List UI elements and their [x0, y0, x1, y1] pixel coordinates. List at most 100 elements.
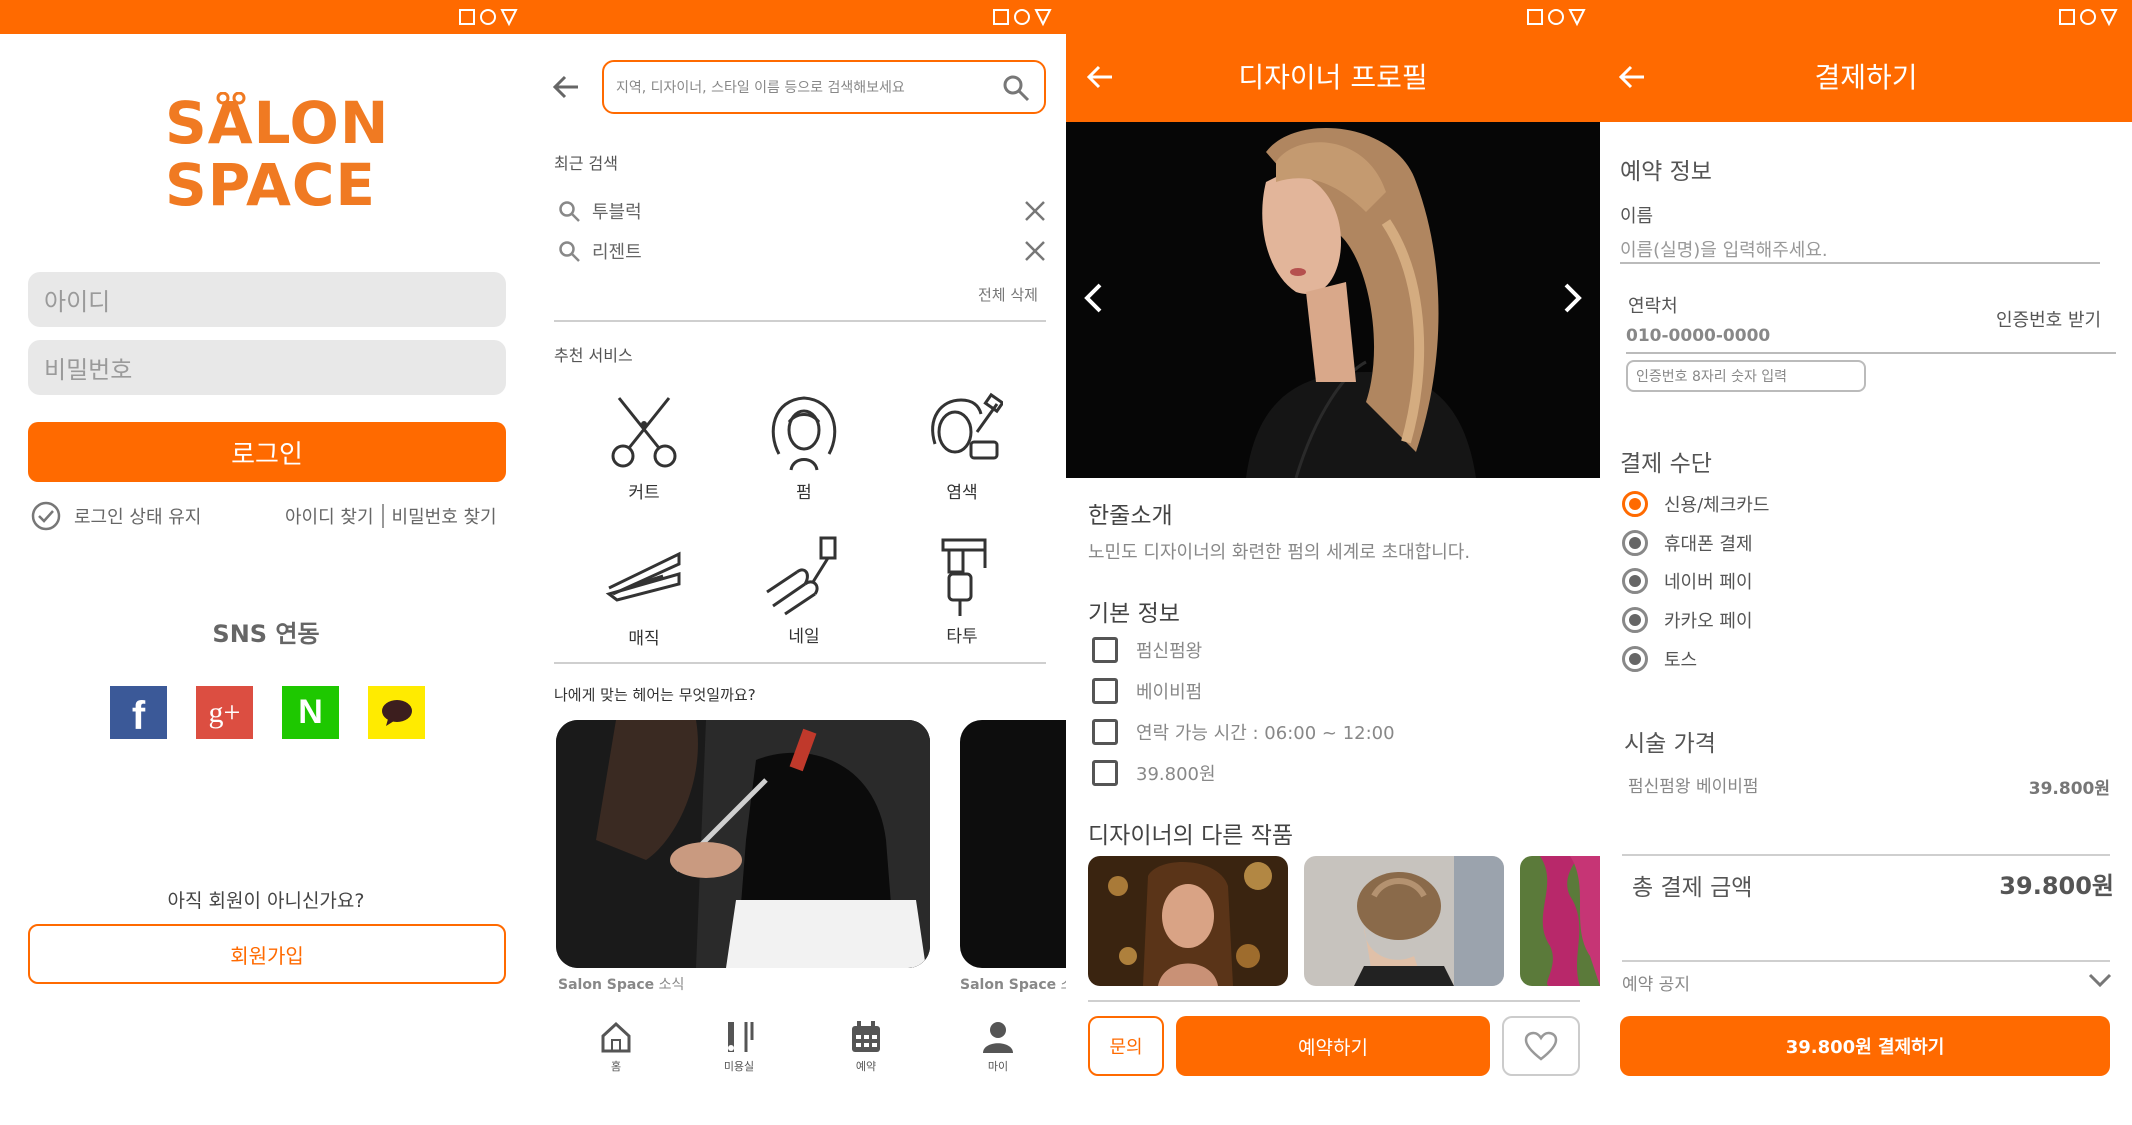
work-thumbnail[interactable] [1304, 856, 1504, 986]
app-logo: SALON SPACE [165, 92, 388, 219]
radio-button[interactable] [1622, 568, 1648, 594]
signup-button-label: 회원가입 [230, 943, 304, 968]
nav-label: 예약 [855, 1060, 877, 1073]
id-input[interactable]: 아이디 [28, 272, 506, 327]
basic-info-label: 펌신펌왕 [1136, 641, 1203, 662]
basic-info-item: 39.800원 [1092, 760, 1216, 786]
radio-button[interactable] [1622, 530, 1648, 556]
news-card[interactable] [556, 720, 930, 968]
hair-dye-icon [931, 392, 1005, 460]
service-item-straight[interactable]: 매직 [594, 538, 694, 649]
android-nav-icons [993, 9, 1052, 27]
password-input[interactable]: 비밀번호 [28, 340, 506, 395]
clear-all-link[interactable]: 전체 삭제 [978, 284, 1038, 305]
pay-button[interactable]: 39.800원 결제하기 [1620, 1016, 2110, 1076]
pay-button-label: 39.800원 결제하기 [1785, 1037, 1945, 1058]
news-brand: Salon Space [558, 977, 655, 993]
radio-button[interactable] [1622, 646, 1648, 672]
verify-code-input[interactable]: 인증번호 8자리 숫자 입력 [1626, 360, 1866, 392]
service-item-dye[interactable]: 염색 [912, 392, 1012, 503]
basic-info-label: 베이비펌 [1136, 682, 1203, 703]
nav-reservation[interactable]: 예약 [836, 1020, 896, 1074]
status-bar [0, 0, 532, 34]
signup-button[interactable]: 회원가입 [28, 924, 506, 984]
checkbox[interactable] [1092, 678, 1118, 704]
close-icon[interactable] [1024, 240, 1046, 262]
inquiry-button-label: 문의 [1109, 1037, 1143, 1058]
nav-salon[interactable]: 미용실 [704, 1020, 774, 1074]
app-bar: 디자이너 프로필 [1066, 34, 1600, 122]
payment-method-option[interactable]: 토스 [1622, 646, 1697, 672]
price-item-label: 펌신펌왕 베이비펌 [1628, 777, 1759, 797]
recent-item[interactable]: 리젠트 [558, 238, 642, 264]
id-placeholder: 아이디 [44, 288, 111, 316]
work-photo [1520, 856, 1600, 986]
app-bar: 결제하기 [1600, 34, 2132, 122]
work-thumbnail[interactable] [1520, 856, 1600, 986]
notice-toggle[interactable]: 예약 공지 [1622, 970, 2112, 1010]
service-item-tattoo[interactable]: 타투 [912, 536, 1012, 647]
find-password-link[interactable]: 비밀번호 찾기 [392, 503, 497, 529]
android-nav-icons [1527, 9, 1586, 27]
search-icon [559, 241, 580, 262]
news-caption: Salon Space 소식 [960, 974, 1066, 994]
name-label: 이름 [1620, 206, 1654, 227]
login-button[interactable]: 로그인 [28, 422, 506, 482]
radio-button-selected[interactable] [1622, 491, 1648, 517]
radio-button[interactable] [1622, 607, 1648, 633]
checkbox[interactable] [1092, 760, 1118, 786]
search-icon[interactable] [1002, 74, 1030, 102]
service-label: 펌 [796, 483, 812, 503]
payment-method-option[interactable]: 신용/체크카드 [1622, 491, 1769, 517]
recent-item-label: 리젠트 [592, 242, 642, 263]
favorite-button[interactable] [1502, 1016, 1580, 1076]
checkbox[interactable] [1092, 719, 1118, 745]
phone-input[interactable]: 010-0000-0000 [1626, 326, 2116, 354]
logo-line-2: SPACE [165, 151, 377, 219]
name-input[interactable]: 이름(실명)을 입력해주세요. [1620, 236, 2100, 264]
facebook-icon[interactable]: f [110, 686, 167, 739]
payment-screen: 결제하기 예약 정보 이름 이름(실명)을 입력해주세요. 연락처 인증번호 받… [1600, 0, 2132, 1125]
search-input[interactable]: 지역, 디자이너, 스타일 이름 등으로 검색해보세요 [602, 60, 1046, 114]
keep-login-toggle[interactable]: 로그인 상태 유지 [30, 500, 201, 532]
checkbox[interactable] [1092, 637, 1118, 663]
naver-icon[interactable]: N [282, 686, 339, 739]
kakao-icon[interactable] [368, 686, 425, 739]
designer-photo-carousel[interactable] [1066, 122, 1600, 478]
status-bar [1066, 0, 1600, 34]
inquiry-button[interactable]: 문의 [1088, 1016, 1164, 1076]
keep-login-label: 로그인 상태 유지 [74, 507, 202, 528]
recent-item[interactable]: 투블럭 [558, 198, 642, 224]
service-label: 커트 [628, 483, 660, 503]
basic-info-item: 펌신펌왕 [1092, 637, 1202, 663]
payment-method-option[interactable]: 네이버 페이 [1622, 568, 1753, 594]
news-suffix: 소식 [658, 977, 685, 993]
work-thumbnail[interactable] [1088, 856, 1288, 986]
bottom-nav: 홈 미용실 예약 마이 [532, 1016, 1066, 1106]
payment-method-option[interactable]: 카카오 페이 [1622, 607, 1753, 633]
close-icon[interactable] [1024, 200, 1046, 222]
nav-home[interactable]: 홈 [586, 1020, 646, 1074]
find-account-links: 아이디 찾기 비밀번호 찾기 [285, 503, 497, 529]
google-plus-icon[interactable]: g+ [196, 686, 253, 739]
chevron-right-icon[interactable] [1562, 282, 1584, 314]
find-id-link[interactable]: 아이디 찾기 [285, 503, 374, 529]
basic-info-label: 연락 가능 시간 : 06:00 ~ 12:00 [1136, 723, 1395, 744]
nav-my[interactable]: 마이 [968, 1020, 1028, 1074]
chevron-left-icon[interactable] [1082, 282, 1104, 314]
service-item-nail[interactable]: 네일 [754, 532, 854, 647]
basic-info-title: 기본 정보 [1088, 601, 1180, 627]
back-arrow-icon[interactable] [552, 74, 580, 100]
curly-hair-woman-icon [771, 396, 837, 471]
payment-method-label: 신용/체크카드 [1664, 495, 1770, 516]
login-button-label: 로그인 [231, 439, 303, 470]
not-member-text: 아직 회원이 아니신가요? [167, 890, 365, 912]
android-nav-icons [459, 9, 518, 27]
reserve-button[interactable]: 예약하기 [1176, 1016, 1490, 1076]
service-item-cut[interactable]: 커트 [594, 392, 694, 503]
service-item-perm[interactable]: 펌 [754, 392, 854, 503]
search-icon [559, 201, 580, 222]
payment-method-option[interactable]: 휴대폰 결제 [1622, 530, 1753, 556]
check-circle-icon [31, 501, 61, 531]
news-card[interactable] [960, 720, 1066, 968]
